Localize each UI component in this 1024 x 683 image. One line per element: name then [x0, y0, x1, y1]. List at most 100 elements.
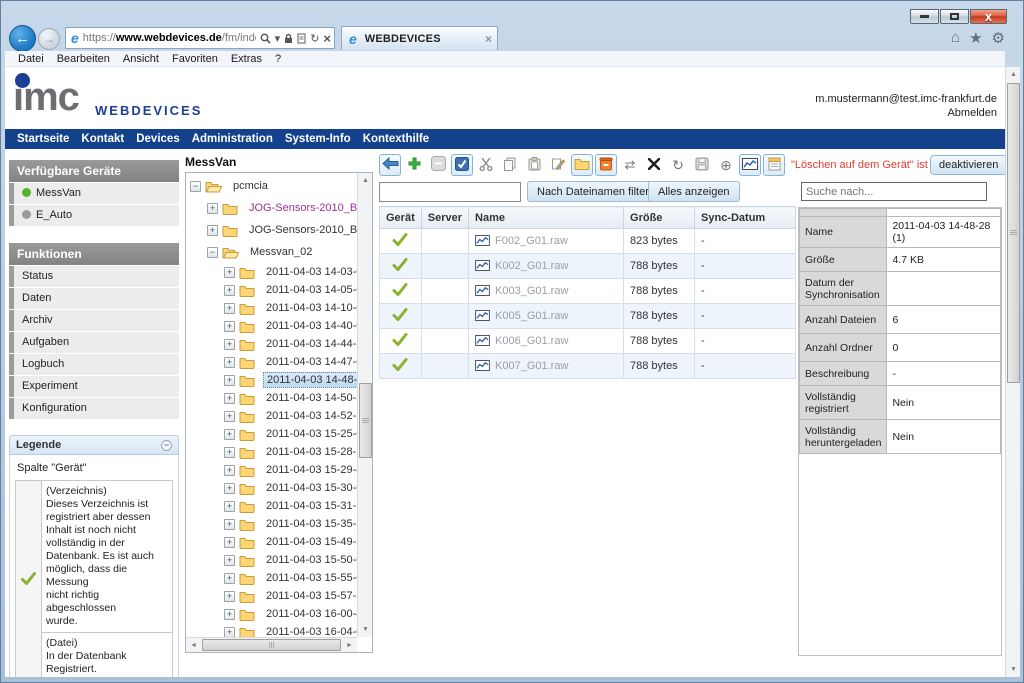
nav-administration[interactable]: Administration	[192, 133, 273, 145]
folder-button[interactable]	[571, 154, 593, 176]
col-server[interactable]: Server	[421, 207, 468, 229]
browser-forward-button[interactable]: →	[38, 28, 60, 50]
tree-hscroll-thumb[interactable]	[202, 639, 341, 651]
tree-node[interactable]: +2011-04-03 15-28-25 (1)	[186, 443, 357, 461]
tree-node-label[interactable]: JOG-Sensors-2010_BAN_imcDe	[246, 223, 357, 237]
search-icon[interactable]	[260, 33, 271, 44]
copy-button[interactable]	[499, 154, 521, 176]
home-icon[interactable]: ⌂	[951, 29, 960, 47]
file-name-cell[interactable]: K006_G01.raw	[469, 329, 624, 354]
search-caret-icon[interactable]: ▾	[275, 32, 281, 45]
scroll-right-icon[interactable]: ►	[342, 639, 357, 652]
nav-startseite[interactable]: Startseite	[17, 133, 69, 145]
back-button[interactable]	[379, 154, 401, 176]
browser-back-button[interactable]: ←	[9, 25, 36, 52]
tree-node-label[interactable]: 2011-04-03 15-50-00 (2)	[263, 553, 357, 567]
expand-node-icon[interactable]: +	[224, 447, 235, 458]
tree-node-label[interactable]: 2011-04-03 14-52-50 (1)	[263, 409, 357, 423]
refresh-icon[interactable]: ↻	[310, 32, 319, 45]
sidebar-device-messvan[interactable]: MessVan	[9, 183, 179, 204]
sidebar-item-status[interactable]: Status	[9, 266, 179, 287]
filter-by-filename-button[interactable]: Nach Dateinamen filtern	[527, 181, 665, 202]
expand-node-icon[interactable]: +	[224, 483, 235, 494]
tree-node[interactable]: +2011-04-03 14-03-06 (1)	[186, 263, 357, 281]
tree-node-label[interactable]: 2011-04-03 14-50-34 (1)	[263, 391, 357, 405]
tree-node[interactable]: +2011-04-03 16-04-09 (1)	[186, 623, 357, 637]
expand-node-icon[interactable]: +	[224, 573, 235, 584]
tree-horizontal-scrollbar[interactable]: ◄ ►	[186, 637, 357, 652]
tree-node[interactable]: +2011-04-03 15-31-16 (1)	[186, 497, 357, 515]
tree-node-label[interactable]: 2011-04-03 15-35-51 (1)	[263, 517, 357, 531]
sidebar-item-logbuch[interactable]: Logbuch	[9, 354, 179, 375]
menu-ansicht[interactable]: Ansicht	[123, 53, 159, 65]
expand-node-icon[interactable]: +	[224, 627, 235, 638]
remove-button[interactable]	[427, 154, 449, 176]
tree-node-label[interactable]: 2011-04-03 15-31-16 (1)	[263, 499, 357, 513]
tree-node[interactable]: +2011-04-03 14-52-50 (1)	[186, 407, 357, 425]
col-groesse[interactable]: Größe	[624, 207, 695, 229]
tree-node[interactable]: +2011-04-03 16-00-42 (4)	[186, 605, 357, 623]
tree-node[interactable]: − pcmcia	[186, 175, 357, 197]
tree-node[interactable]: +JOG-Sensors-2010_BAN	[186, 197, 357, 219]
filename-filter-input[interactable]	[379, 182, 521, 202]
tree-node-label[interactable]: 2011-04-03 15-55-00 (2)	[263, 571, 357, 585]
scroll-up-icon[interactable]: ▲	[1007, 67, 1020, 82]
expand-node-icon[interactable]: +	[224, 609, 235, 620]
tree-node-label[interactable]: 2011-04-03 14-05-00 (1)	[263, 283, 357, 297]
nav-kontakt[interactable]: Kontakt	[81, 133, 124, 145]
file-name-cell[interactable]: K007_G01.raw	[469, 354, 624, 379]
address-bar[interactable]: e https://www.webdevices.de/fm/index/bi …	[65, 27, 335, 49]
tree-node[interactable]: +2011-04-03 15-35-51 (1)	[186, 515, 357, 533]
tree-node[interactable]: +2011-04-03 15-49-31 (2)	[186, 533, 357, 551]
expand-node-icon[interactable]: +	[224, 357, 235, 368]
browser-scroll-thumb[interactable]	[1007, 83, 1020, 383]
collapse-node-icon[interactable]: −	[190, 181, 201, 192]
stop-icon[interactable]: ×	[323, 31, 331, 46]
menu-bearbeiten[interactable]: Bearbeiten	[57, 53, 110, 65]
tree-node[interactable]: +2011-04-03 15-57-30 (3)	[186, 587, 357, 605]
tree-node-label[interactable]: pcmcia	[230, 179, 271, 193]
file-row[interactable]: F002_G01.raw823 bytes-	[380, 229, 796, 254]
tree-node-label[interactable]: Messvan_02	[247, 245, 315, 259]
tree-node[interactable]: −Messvan_02	[186, 241, 357, 263]
delete-folder-button[interactable]	[595, 154, 617, 176]
file-name-cell[interactable]: K003_G01.raw	[469, 279, 624, 304]
file-row[interactable]: K007_G01.raw788 bytes-	[380, 354, 796, 379]
col-sync-datum[interactable]: Sync-Datum	[695, 207, 796, 229]
tree-node-label[interactable]: 2011-04-03 15-28-25 (1)	[263, 445, 357, 459]
maximize-button[interactable]	[940, 9, 969, 24]
scroll-down-icon[interactable]: ▼	[359, 622, 372, 637]
close-button[interactable]: x	[970, 9, 1007, 24]
save-button[interactable]	[691, 154, 713, 176]
target-button[interactable]: ⊕	[715, 154, 737, 176]
col-name[interactable]: Name	[469, 207, 624, 229]
tree-node-label[interactable]: JOG-Sensors-2010_BAN	[246, 201, 357, 215]
tree-node[interactable]: +2011-04-03 14-50-34 (1)	[186, 389, 357, 407]
nav-kontexthilfe[interactable]: Kontexthilfe	[363, 133, 429, 145]
tree-node-label[interactable]: 2011-04-03 16-00-42 (4)	[263, 607, 357, 621]
tree-node-label[interactable]: 2011-04-03 14-44-34 (2)	[263, 337, 357, 351]
chart-button[interactable]	[739, 154, 761, 176]
show-all-button[interactable]: Alles anzeigen	[648, 181, 740, 202]
minimize-button[interactable]	[910, 9, 939, 24]
tree-node[interactable]: +2011-04-03 14-47-05 (1)	[186, 353, 357, 371]
nav-system-info[interactable]: System-Info	[285, 133, 351, 145]
expand-node-icon[interactable]: +	[224, 429, 235, 440]
expand-node-icon[interactable]: +	[224, 375, 235, 386]
tree-vertical-scrollbar[interactable]: ▲ ▼	[357, 173, 372, 637]
tree-scroll-thumb[interactable]	[359, 383, 372, 458]
tree-node-label[interactable]: 2011-04-03 16-04-09 (1)	[263, 625, 357, 637]
tree-node[interactable]: +JOG-Sensors-2010_BAN_imcDe	[186, 219, 357, 241]
tree-node-label[interactable]: 2011-04-03 15-30-00 (2)	[263, 481, 357, 495]
compatibility-icon[interactable]	[297, 33, 306, 44]
sidebar-item-archiv[interactable]: Archiv	[9, 310, 179, 331]
tree-node-label[interactable]: 2011-04-03 14-47-05 (1)	[263, 355, 357, 369]
file-name-cell[interactable]: K002_G01.raw	[469, 254, 624, 279]
file-row[interactable]: K002_G01.raw788 bytes-	[380, 254, 796, 279]
sidebar-item-experiment[interactable]: Experiment	[9, 376, 179, 397]
legend-header[interactable]: Legende −	[9, 435, 179, 455]
delete-button[interactable]	[643, 154, 665, 176]
expand-node-icon[interactable]: +	[224, 555, 235, 566]
tree-node-label[interactable]: 2011-04-03 14-40-09 (1)	[263, 319, 357, 333]
tree-node-label[interactable]: 2011-04-03 14-03-06 (1)	[263, 265, 357, 279]
